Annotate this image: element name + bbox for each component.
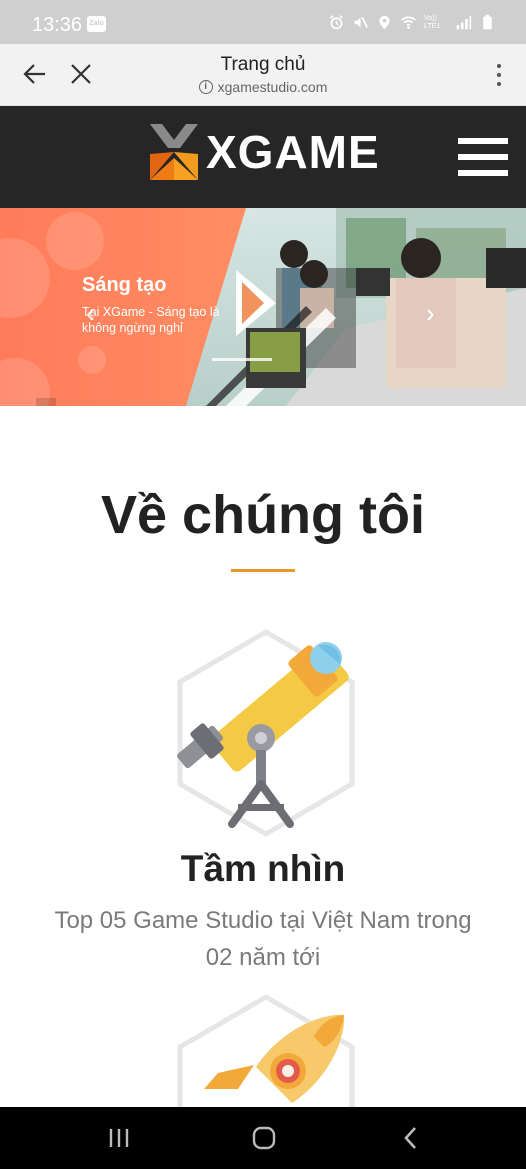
hero-prev-button[interactable]: ‹: [86, 300, 95, 326]
xgame-logo-icon: [150, 124, 198, 180]
android-navigation-bar: [0, 1107, 526, 1169]
zalo-notification-icon: Zalo: [87, 16, 106, 32]
site-logo[interactable]: XGAME: [148, 122, 380, 182]
hero-next-button[interactable]: ›: [426, 300, 435, 326]
site-header: XGAME: [0, 106, 526, 208]
hamburger-menu-icon: [458, 138, 508, 144]
home-button[interactable]: [249, 1123, 279, 1153]
hero-progress-bar: [212, 358, 272, 361]
about-heading: Về chúng tôi: [101, 485, 425, 545]
feature-description: Top 05 Game Studio tại Việt Nam trong 02…: [54, 907, 472, 971]
more-options-button[interactable]: [492, 62, 506, 88]
logo-text: XGAME: [206, 126, 380, 178]
more-vertical-icon: [497, 64, 501, 68]
hero-indicator[interactable]: [36, 398, 56, 406]
network-label: Vo)) LTE1: [424, 14, 441, 30]
recent-apps-button[interactable]: [104, 1123, 134, 1153]
url-bar[interactable]: i xgamestudio.com: [0, 79, 526, 95]
rocket-icon: [177, 994, 355, 1113]
browser-toolbar: Trang chủ i xgamestudio.com: [0, 44, 526, 106]
location-icon: [379, 15, 390, 30]
hamburger-line: [458, 154, 508, 160]
heading-underline: [231, 569, 295, 572]
hero-subtitle: Tại XGame - Sáng tạo là không ngừng nghỉ: [82, 305, 220, 335]
info-icon[interactable]: i: [198, 80, 213, 94]
status-bar: 13:36 Zalo Vo)) LTE1: [0, 0, 526, 44]
wifi-icon: [401, 16, 416, 29]
more-dot: [497, 73, 501, 77]
page-title: Trang chủ: [220, 54, 306, 75]
hero-title: Sáng tạo: [82, 274, 167, 296]
hamburger-line: [458, 170, 508, 176]
signal-icon: [456, 15, 472, 30]
hamburger-menu-button[interactable]: [458, 138, 508, 176]
status-time: 13:36: [32, 14, 83, 36]
page-url: xgamestudio.com: [217, 79, 328, 95]
mute-icon: [354, 17, 369, 28]
play-triangle-icon: [236, 270, 276, 336]
feature-title: Tầm nhìn: [180, 848, 346, 889]
battery-icon: [483, 14, 492, 30]
android-back-button[interactable]: [396, 1123, 426, 1153]
hero-banner[interactable]: Sáng tạo Tại XGame - Sáng tạo là không n…: [0, 208, 526, 406]
status-icons: Vo)) LTE1: [328, 14, 496, 31]
alarm-icon: [329, 15, 344, 30]
more-dot: [497, 82, 501, 86]
telescope-icon: [177, 629, 355, 837]
